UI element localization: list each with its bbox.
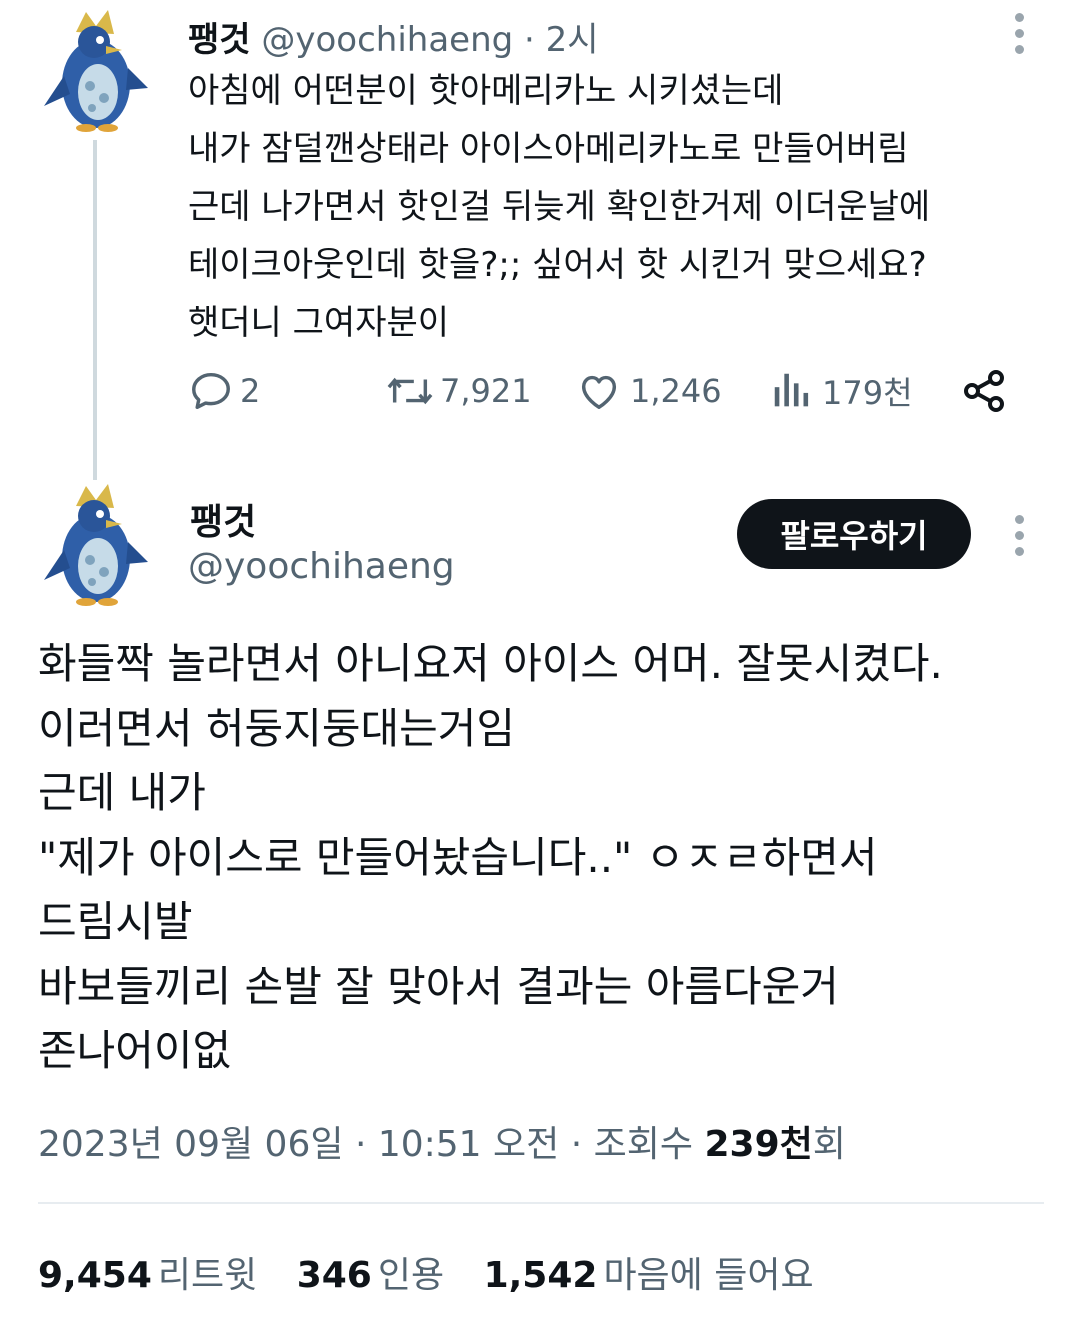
share-icon (964, 370, 1004, 412)
penguin-avatar-icon (44, 10, 148, 132)
quotes-count: 346 (296, 1255, 372, 1296)
tweet-text: 아침에 어떤분이 핫아메리카노 시키셨는데 내가 잠덜깬상태라 아이스아메리카노… (188, 62, 1068, 352)
tweet-text-line: 존나어이없 (38, 1026, 232, 1075)
heart-icon (581, 375, 617, 410)
speech-bubble-icon (192, 372, 230, 410)
views-button[interactable]: 179천 (770, 362, 913, 420)
reply-button[interactable]: 2 (188, 362, 260, 420)
author-avatar[interactable] (36, 6, 156, 136)
retweet-arrows-icon (387, 377, 433, 405)
follow-button[interactable]: 팔로우하기 (737, 499, 971, 569)
author-avatar[interactable] (36, 480, 156, 610)
more-dots-icon (1014, 12, 1024, 22)
thread-connector-line (93, 140, 97, 480)
author-name[interactable]: 팽것 (188, 20, 251, 60)
tweet-text-line: 이러면서 허둥지둥대는거임 (38, 703, 516, 753)
tweet-text-line: 근데 내가 (38, 768, 206, 817)
views-suffix: 회 (812, 1124, 846, 1165)
tweet-text: 화들짝 놀라면서 아니요저 아이스 어머. 잘못시켰다. 이러면서 허둥지둥대는… (38, 632, 1058, 1084)
tweet-text-line: 드림시발 (38, 897, 193, 946)
tweet-text-line: 테이크아웃인데 핫을?;; 싶어서 핫 시킨거 맞으세요? (188, 245, 927, 285)
meta-separator: · (570, 1124, 583, 1165)
author-name[interactable]: 팽것 (190, 493, 256, 545)
likes-count: 1,542 (483, 1255, 598, 1296)
penguin-avatar-icon (44, 484, 148, 606)
likes-stat[interactable]: 1,542 마음에 들어요 (484, 1255, 842, 1296)
more-options-button[interactable] (999, 8, 1039, 58)
retweets-stat[interactable]: 9,454 리트윗 (38, 1255, 285, 1296)
meta-separator: · (354, 1124, 367, 1165)
quotes-label: 인용 (377, 1255, 445, 1296)
engagement-stats: 9,454 리트윗 346 인용 1,542 마음에 들어요 (38, 1246, 842, 1298)
tweet-text-line: 내가 잠덜깬상태라 아이스아메리카노로 만들어버림 (188, 129, 909, 169)
author-handle[interactable]: @yoochihaeng (188, 546, 455, 587)
divider (38, 1202, 1044, 1204)
tweet-timestamp[interactable]: 2시 (546, 20, 599, 60)
tweet-text-line: 화들짝 놀라면서 아니요저 아이스 어머. 잘못시켰다. (38, 639, 943, 688)
more-dots-icon (1014, 514, 1024, 524)
tweet-text-line: 아침에 어떤분이 핫아메리카노 시키셨는데 (188, 71, 784, 111)
bar-chart-icon (774, 373, 809, 407)
tweet-text-line: "제가 아이스로 만들어놨습니다.." ㅇㅈㄹ하면서 (38, 832, 878, 882)
tweet-text-line: 햇더니 그여자분이 (188, 303, 450, 343)
share-button[interactable] (960, 362, 1008, 420)
tweet-header: 팽것 @yoochihaeng · 2시 (188, 12, 599, 61)
tweet-text-line: 바보들끼리 손발 잘 맞아서 결과는 아름다운거 (38, 961, 839, 1011)
like-count: 1,246 (630, 372, 722, 410)
tweet-time[interactable]: 10:51 오전 (378, 1124, 559, 1165)
more-options-button[interactable] (999, 510, 1039, 560)
tweet-date[interactable]: 2023년 09월 06일 (38, 1124, 343, 1165)
reply-count: 2 (240, 372, 261, 410)
like-button[interactable]: 1,246 (576, 362, 722, 420)
quotes-stat[interactable]: 346 인용 (297, 1255, 472, 1296)
views-label: 조회수 (593, 1124, 694, 1165)
retweets-count: 9,454 (38, 1255, 152, 1296)
tweet-meta: 2023년 09월 06일 · 10:51 오전 · 조회수 239천회 (38, 1115, 846, 1167)
retweets-label: 리트윗 (157, 1255, 258, 1296)
views-value: 239천 (704, 1124, 813, 1165)
retweet-count: 7,921 (440, 372, 532, 410)
header-separator: · (524, 20, 535, 60)
tweet-action-bar: 2 7,921 1,246 179천 (188, 362, 1028, 420)
tweet-text-line: 근데 나가면서 핫인걸 뒤늦게 확인한거제 이더운날에 (188, 187, 931, 227)
views-count: 179천 (822, 374, 913, 412)
retweet-button[interactable]: 7,921 (384, 362, 532, 420)
likes-label: 마음에 들어요 (603, 1255, 814, 1296)
author-handle[interactable]: @yoochihaeng (261, 20, 513, 60)
